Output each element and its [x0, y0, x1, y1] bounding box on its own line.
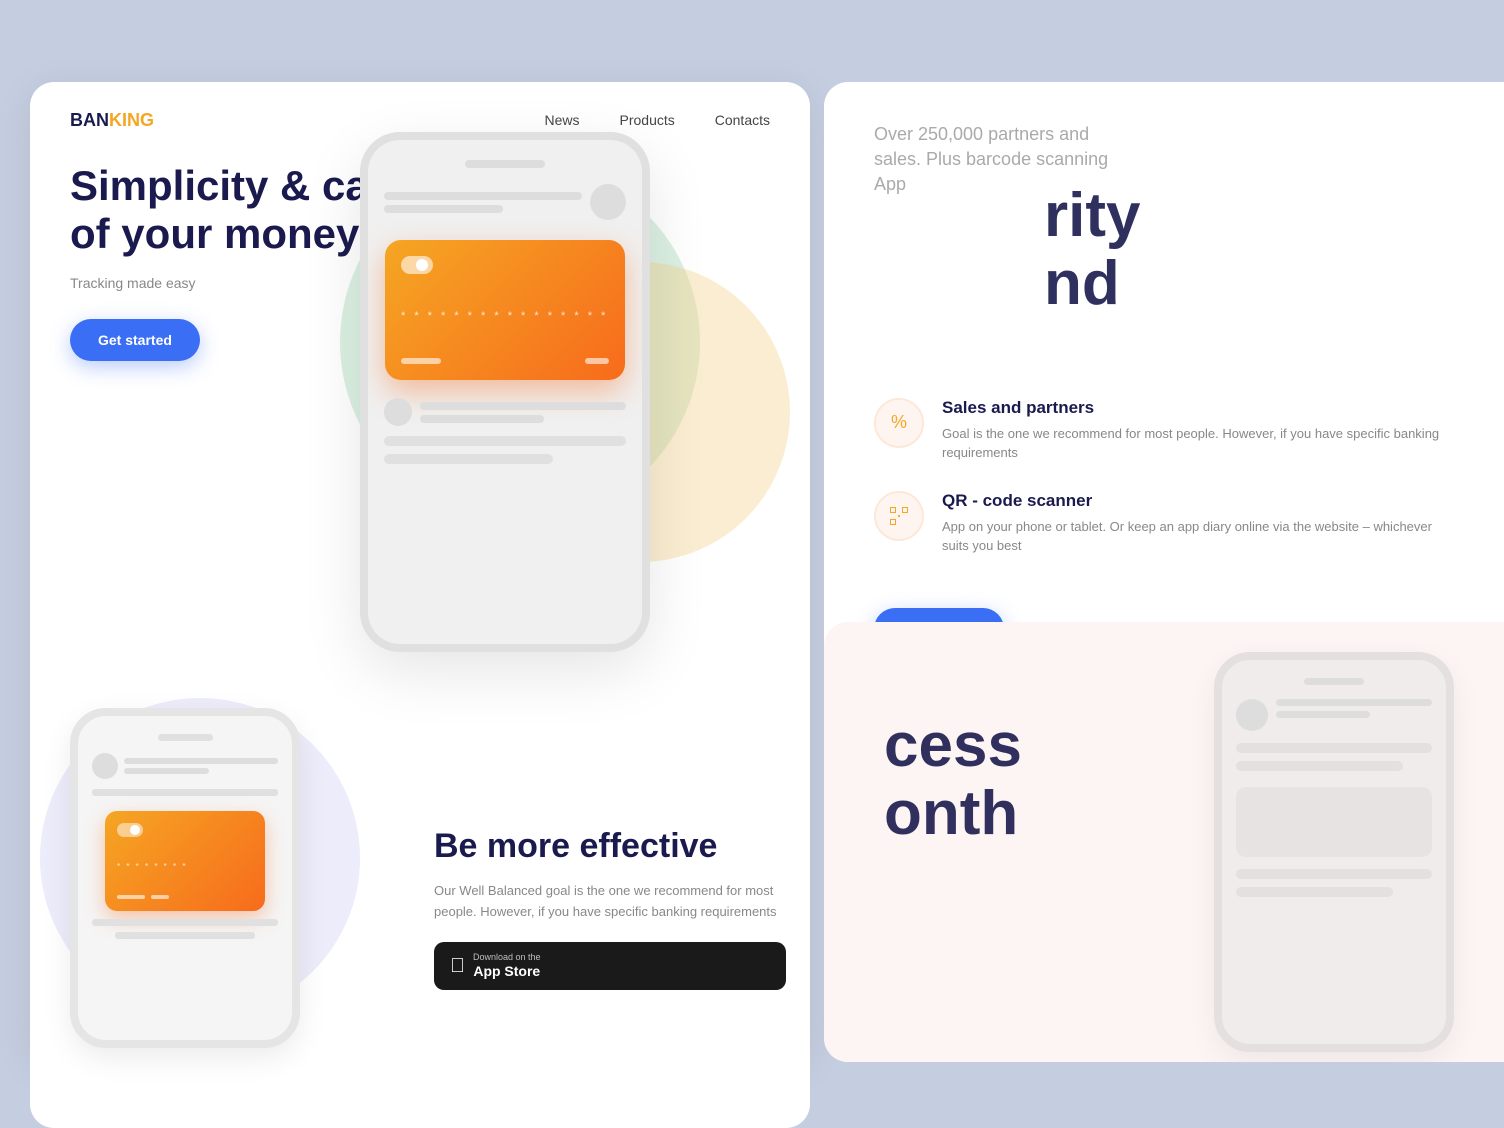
feature-qr-content: QR - code scanner App on your phone or t… — [942, 491, 1454, 556]
card-number: * * * * * * * * * * * * * * * * — [401, 310, 609, 322]
partial-text-security: rity nd — [1044, 182, 1140, 318]
phone-header-lines — [384, 192, 582, 213]
phone-list-lines-1 — [420, 402, 626, 423]
card-dash-2 — [585, 358, 609, 364]
toggle-icon — [401, 256, 433, 274]
phone-content-row-1 — [384, 398, 626, 426]
card-toggle — [401, 256, 609, 274]
percent-icon: % — [891, 412, 907, 433]
right-bottom-section: cess onth — [824, 622, 1504, 1062]
apple-icon:  — [450, 956, 465, 976]
bottom-phone-mockup: * * * * * * * * — [70, 708, 300, 1048]
logo[interactable]: BAN KING — [70, 110, 154, 131]
rb-phone-notch — [1304, 678, 1364, 685]
bp-line-2 — [124, 768, 209, 774]
right-bottom-phone — [1214, 652, 1454, 1052]
navigation: BAN KING News Products Contacts — [30, 82, 810, 159]
logo-ban: BAN — [70, 110, 109, 131]
feature-sales: % Sales and partners Goal is the one we … — [874, 398, 1454, 463]
bottom-card-dash-2 — [151, 895, 169, 899]
nav-news[interactable]: News — [544, 112, 579, 128]
phone-list-avatar-1 — [384, 398, 412, 426]
bp-avatar — [92, 753, 118, 779]
bp-block-3 — [115, 932, 255, 939]
bottom-left-phone-area: * * * * * * * * — [30, 688, 410, 1128]
phone-mockup-hero: * * * * * * * * * * * * * * * * — [360, 132, 650, 652]
phone-row-1 — [384, 184, 626, 220]
rb-phone-row — [1236, 699, 1432, 731]
phone-block-1 — [384, 436, 626, 446]
rb-block-3 — [1236, 869, 1432, 879]
nav-contacts[interactable]: Contacts — [715, 112, 770, 128]
qr-scan-icon — [888, 505, 910, 527]
credit-card: * * * * * * * * * * * * * * * * — [385, 240, 625, 380]
features-section: % Sales and partners Goal is the one we … — [874, 398, 1454, 650]
phone-line-2 — [384, 205, 503, 213]
bottom-card-mini: * * * * * * * * — [105, 811, 265, 911]
right-panel: Over 250,000 partners and sales. Plus ba… — [824, 82, 1504, 1062]
feature-sales-content: Sales and partners Goal is the one we re… — [942, 398, 1454, 463]
card-footer — [401, 358, 609, 364]
be-effective-title: Be more effective — [434, 826, 786, 867]
top-bar-left — [0, 0, 540, 70]
phone-avatar — [590, 184, 626, 220]
phone-block-2 — [384, 454, 553, 464]
rb-card-area — [1236, 787, 1432, 857]
qr-icon — [874, 491, 924, 541]
logo-king: KING — [109, 110, 154, 131]
rb-line-1 — [1276, 699, 1432, 706]
bottom-card-toggle — [117, 823, 143, 837]
hero-title: Simplicity & care of your money — [70, 162, 410, 259]
rb-lines — [1276, 699, 1432, 731]
bottom-card-number: * * * * * * * * — [117, 862, 253, 871]
rb-line-2 — [1276, 711, 1370, 718]
rb-block-1 — [1236, 743, 1432, 753]
bottom-left-area: * * * * * * * * Be more effective Our We… — [30, 688, 810, 1128]
rb-avatar — [1236, 699, 1268, 731]
phone-list-line-2 — [420, 415, 544, 423]
sales-title: Sales and partners — [942, 398, 1454, 418]
phone-list-line-1 — [420, 402, 626, 410]
bp-lines — [124, 758, 278, 774]
bp-notch — [158, 734, 213, 741]
bp-block-2 — [92, 919, 278, 926]
card-dash-1 — [401, 358, 441, 364]
bottom-card-dash-1 — [117, 895, 145, 899]
feature-qr: QR - code scanner App on your phone or t… — [874, 491, 1454, 556]
phone-content-rows — [384, 398, 626, 472]
partial-text-bottom: cess onth — [884, 712, 1022, 848]
appstore-button[interactable]:  Download on the App Store — [434, 942, 786, 990]
store-text: Download on the App Store — [473, 952, 541, 980]
nav-links: News Products Contacts — [544, 112, 770, 130]
be-effective-desc: Our Well Balanced goal is the one we rec… — [434, 881, 786, 923]
bp-row — [92, 753, 278, 779]
sales-desc: Goal is the one we recommend for most pe… — [942, 424, 1454, 463]
hero-cta-button[interactable]: Get started — [70, 319, 200, 361]
bp-line-1 — [124, 758, 278, 764]
bottom-card-dashes — [117, 895, 253, 899]
store-name-text: App Store — [473, 963, 541, 980]
phone-line-1 — [384, 192, 582, 200]
qr-title: QR - code scanner — [942, 491, 1454, 511]
sales-icon: % — [874, 398, 924, 448]
nav-products[interactable]: Products — [620, 112, 675, 128]
rb-block-4 — [1236, 887, 1393, 897]
rb-block-2 — [1236, 761, 1403, 771]
be-effective-section: Be more effective Our Well Balanced goal… — [410, 688, 810, 1128]
phone-notch — [465, 160, 545, 168]
qr-desc: App on your phone or tablet. Or keep an … — [942, 517, 1454, 556]
bp-block-1 — [92, 789, 278, 796]
download-on-text: Download on the — [473, 952, 541, 963]
